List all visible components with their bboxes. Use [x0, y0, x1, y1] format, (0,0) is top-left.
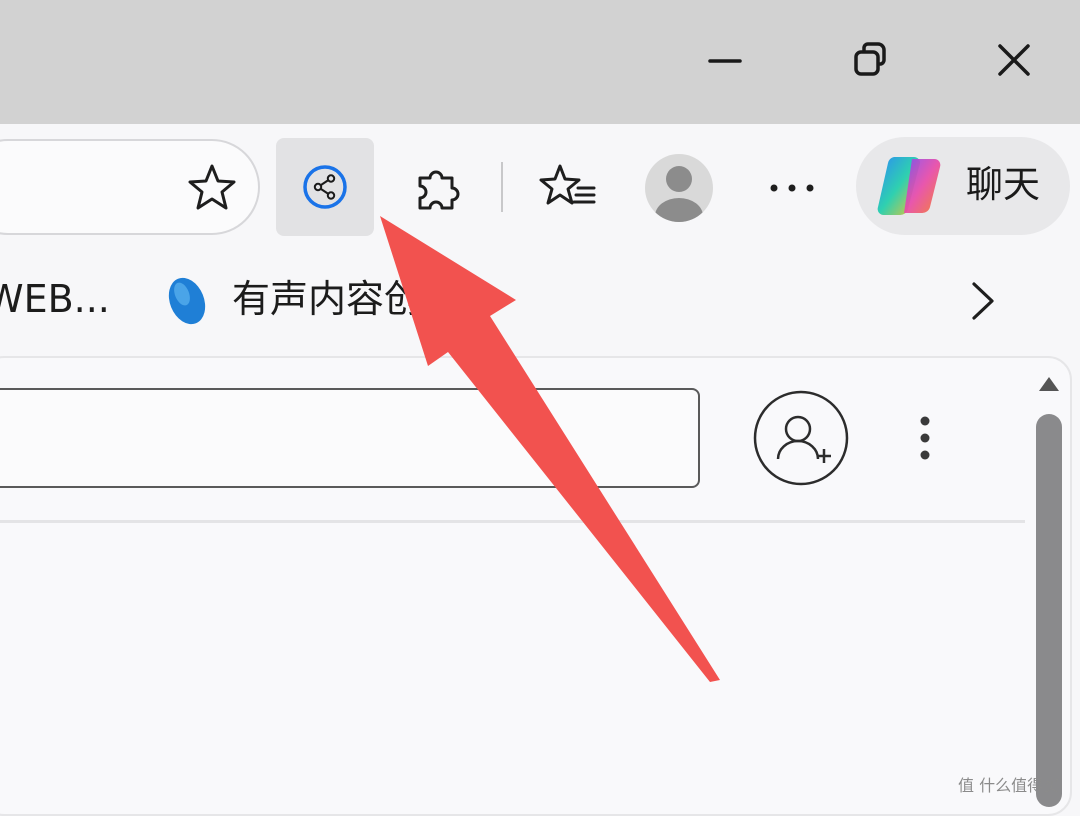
watermark: 值 什么值得买 [958, 776, 1060, 795]
annotation-arrow [380, 216, 720, 682]
